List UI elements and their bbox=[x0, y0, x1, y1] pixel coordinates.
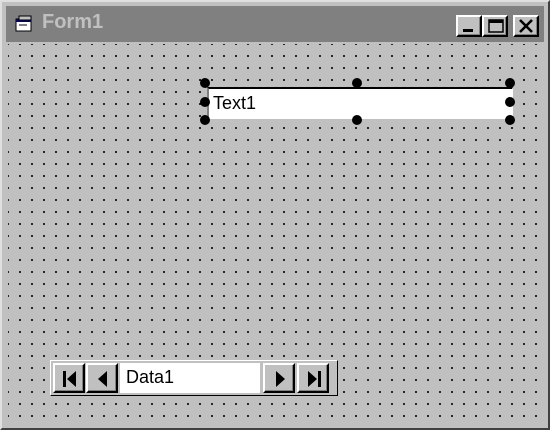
maximize-button[interactable] bbox=[482, 15, 508, 37]
last-record-button[interactable] bbox=[297, 363, 329, 393]
resize-handle-bottom-left[interactable] bbox=[200, 115, 210, 125]
first-record-button[interactable] bbox=[53, 363, 85, 393]
resize-handle-top[interactable] bbox=[352, 78, 362, 88]
next-record-button[interactable] bbox=[263, 363, 295, 393]
resize-handle-bottom-right[interactable] bbox=[505, 115, 515, 125]
first-record-icon bbox=[63, 371, 76, 387]
resize-handle-bottom[interactable] bbox=[352, 115, 362, 125]
next-record-icon bbox=[276, 371, 285, 387]
resize-handle-right[interactable] bbox=[505, 97, 515, 107]
close-button[interactable] bbox=[513, 15, 539, 37]
resize-handle-top-left[interactable] bbox=[200, 78, 210, 88]
previous-record-icon bbox=[98, 371, 107, 387]
window-title: Form1 bbox=[42, 11, 104, 33]
form-window: Form1 Text1 Data1 bbox=[0, 0, 550, 430]
minimize-button[interactable] bbox=[456, 15, 482, 37]
title-bar[interactable]: Form1 bbox=[6, 6, 544, 42]
data-caption: Data1 bbox=[120, 363, 260, 393]
form-design-surface[interactable]: Text1 Data1 bbox=[8, 44, 544, 424]
previous-record-button[interactable] bbox=[86, 363, 118, 393]
form-icon[interactable] bbox=[14, 14, 34, 34]
resize-handle-left[interactable] bbox=[200, 97, 210, 107]
text1-textbox[interactable]: Text1 bbox=[207, 87, 513, 119]
close-icon bbox=[519, 19, 533, 33]
minimize-icon bbox=[463, 29, 473, 32]
last-record-icon bbox=[308, 371, 321, 387]
maximize-icon bbox=[488, 19, 504, 33]
resize-handle-top-right[interactable] bbox=[505, 78, 515, 88]
data1-control[interactable]: Data1 bbox=[50, 360, 338, 396]
textbox-text: Text1 bbox=[213, 93, 257, 113]
